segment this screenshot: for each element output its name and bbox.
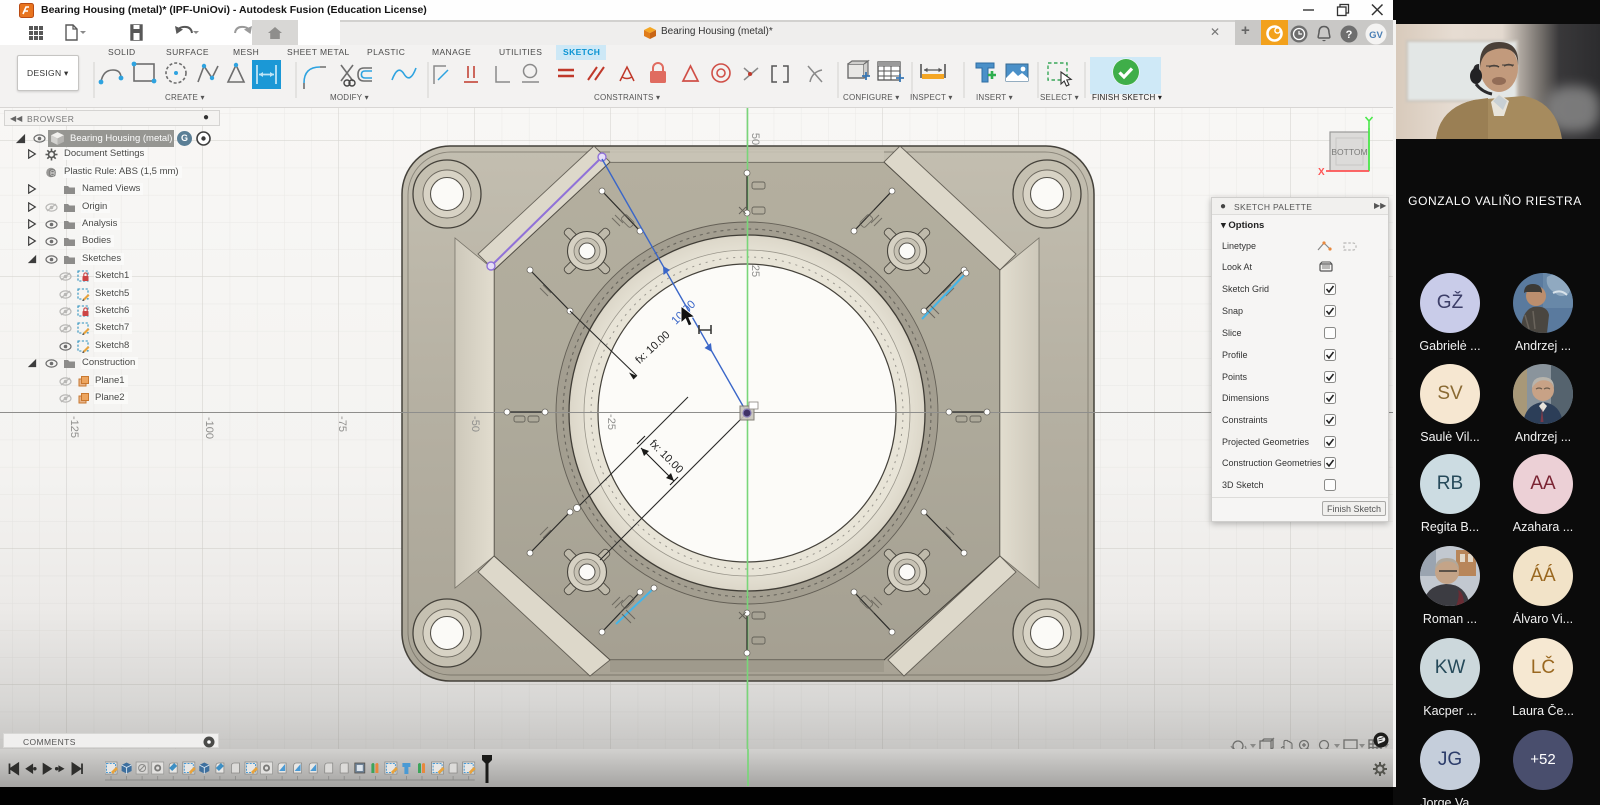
- svg-text:BOTTOM: BOTTOM: [1331, 147, 1367, 157]
- svg-text:-100: -100: [203, 417, 215, 439]
- svg-text:-50: -50: [469, 416, 481, 432]
- svg-text:50: 50: [749, 133, 761, 145]
- svg-text:-25: -25: [605, 414, 617, 430]
- svg-text:-75: -75: [336, 416, 348, 432]
- svg-text:-125: -125: [68, 416, 80, 438]
- svg-text:X: X: [1318, 167, 1325, 178]
- svg-text:25: 25: [749, 265, 761, 277]
